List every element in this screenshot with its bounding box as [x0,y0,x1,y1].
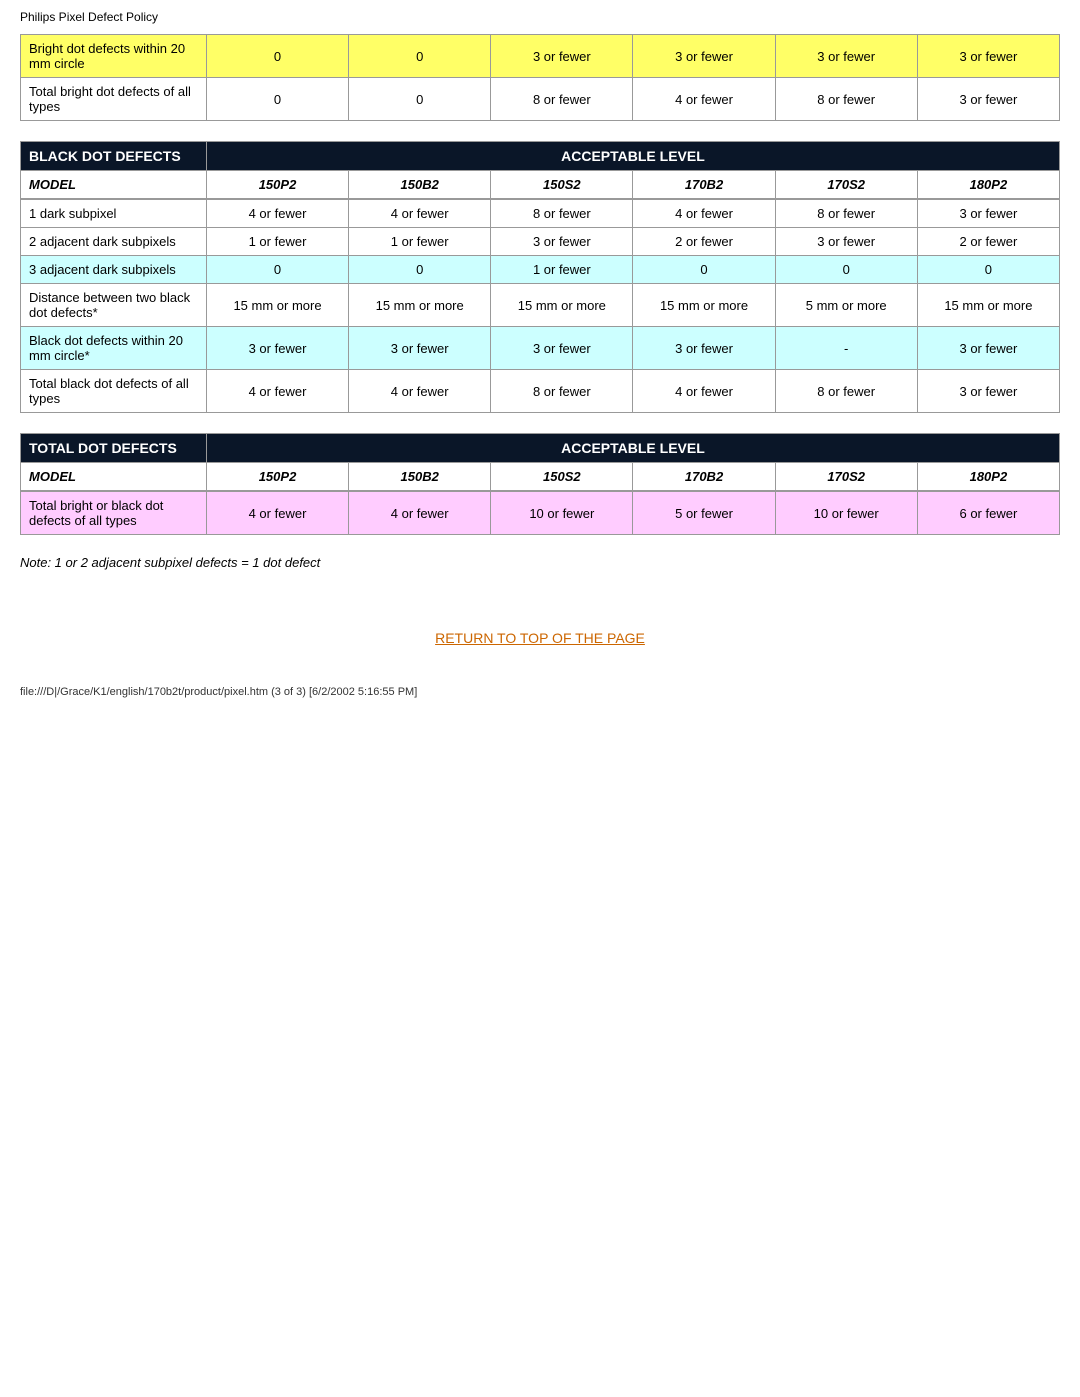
table-cell: 8 or fewer [775,78,917,121]
table-cell: 3 or fewer [917,199,1059,228]
acceptable-level-header: ACCEPTABLE LEVEL [206,142,1059,171]
table-cell: 4 or fewer [349,370,491,413]
table-cell: 10 or fewer [491,491,633,535]
table-cell: 2 or fewer [633,228,775,256]
table-cell: 15 mm or more [491,284,633,327]
table-cell: 4 or fewer [206,370,348,413]
table-cell: 8 or fewer [775,370,917,413]
acceptable-level-header: ACCEPTABLE LEVEL [206,434,1059,463]
table-cell: 0 [775,256,917,284]
model-name: 150P2 [206,171,348,200]
table-cell: 8 or fewer [491,78,633,121]
table-cell: 6 or fewer [917,491,1059,535]
table-cell: 3 or fewer [633,327,775,370]
model-name: 150S2 [491,463,633,492]
table-cell: - [775,327,917,370]
table-cell: 1 or fewer [349,228,491,256]
bright-dot-table: Bright dot defects within 20 mm circle00… [20,34,1060,121]
return-link-container: RETURN TO TOP OF THE PAGE [20,630,1060,646]
table-cell: 3 or fewer [491,35,633,78]
table-cell: 0 [206,35,348,78]
table-cell: 2 or fewer [917,228,1059,256]
model-name: 150B2 [349,463,491,492]
table-cell: 3 or fewer [491,228,633,256]
table-cell: 3 or fewer [633,35,775,78]
row-label: Total bright dot defects of all types [21,78,207,121]
table-cell: 15 mm or more [917,284,1059,327]
table-cell: 4 or fewer [633,370,775,413]
table-cell: 1 or fewer [491,256,633,284]
table-cell: 3 or fewer [917,370,1059,413]
model-name: 170S2 [775,171,917,200]
page-title: Philips Pixel Defect Policy [20,10,1060,24]
table-cell: 8 or fewer [491,199,633,228]
model-name: 170S2 [775,463,917,492]
table-cell: 5 mm or more [775,284,917,327]
table-cell: 0 [349,35,491,78]
model-label: MODEL [21,171,207,200]
row-label: 1 dark subpixel [21,199,207,228]
table-cell: 4 or fewer [206,491,348,535]
table-cell: 15 mm or more [206,284,348,327]
table-cell: 0 [349,78,491,121]
row-label: Bright dot defects within 20 mm circle [21,35,207,78]
table-cell: 8 or fewer [491,370,633,413]
table-cell: 3 or fewer [206,327,348,370]
return-to-top-link[interactable]: RETURN TO TOP OF THE PAGE [435,630,645,646]
table-cell: 3 or fewer [917,35,1059,78]
row-label: Total bright or black dot defects of all… [21,491,207,535]
table-cell: 3 or fewer [917,78,1059,121]
table-cell: 3 or fewer [775,228,917,256]
table-cell: 1 or fewer [206,228,348,256]
row-label: Total black dot defects of all types [21,370,207,413]
note-text: Note: 1 or 2 adjacent subpixel defects =… [20,555,1060,570]
table-cell: 4 or fewer [206,199,348,228]
table-cell: 4 or fewer [349,199,491,228]
table-cell: 15 mm or more [633,284,775,327]
row-label: Black dot defects within 20 mm circle* [21,327,207,370]
table-cell: 8 or fewer [775,199,917,228]
model-name: 150P2 [206,463,348,492]
table-cell: 4 or fewer [349,491,491,535]
model-name: 170B2 [633,171,775,200]
table-cell: 10 or fewer [775,491,917,535]
table-cell: 0 [206,78,348,121]
row-label: 3 adjacent dark subpixels [21,256,207,284]
model-name: 150B2 [349,171,491,200]
row-label: Distance between two black dot defects* [21,284,207,327]
table-cell: 0 [206,256,348,284]
black-dot-table: BLACK DOT DEFECTSACCEPTABLE LEVELMODEL15… [20,141,1060,413]
total-dot-table: TOTAL DOT DEFECTSACCEPTABLE LEVELMODEL15… [20,433,1060,535]
row-label: 2 adjacent dark subpixels [21,228,207,256]
table-cell: 3 or fewer [775,35,917,78]
model-name: 180P2 [917,171,1059,200]
table-cell: 0 [349,256,491,284]
table-cell: 15 mm or more [349,284,491,327]
table-cell: 3 or fewer [491,327,633,370]
table-cell: 0 [917,256,1059,284]
table-cell: 3 or fewer [349,327,491,370]
table-cell: 3 or fewer [917,327,1059,370]
model-label: MODEL [21,463,207,492]
table-cell: 4 or fewer [633,199,775,228]
model-name: 150S2 [491,171,633,200]
table-cell: 0 [633,256,775,284]
model-name: 170B2 [633,463,775,492]
table-cell: 5 or fewer [633,491,775,535]
section-header: BLACK DOT DEFECTS [21,142,207,171]
model-name: 180P2 [917,463,1059,492]
footer-text: file:///D|/Grace/K1/english/170b2t/produ… [20,686,1060,698]
section-header: TOTAL DOT DEFECTS [21,434,207,463]
table-cell: 4 or fewer [633,78,775,121]
